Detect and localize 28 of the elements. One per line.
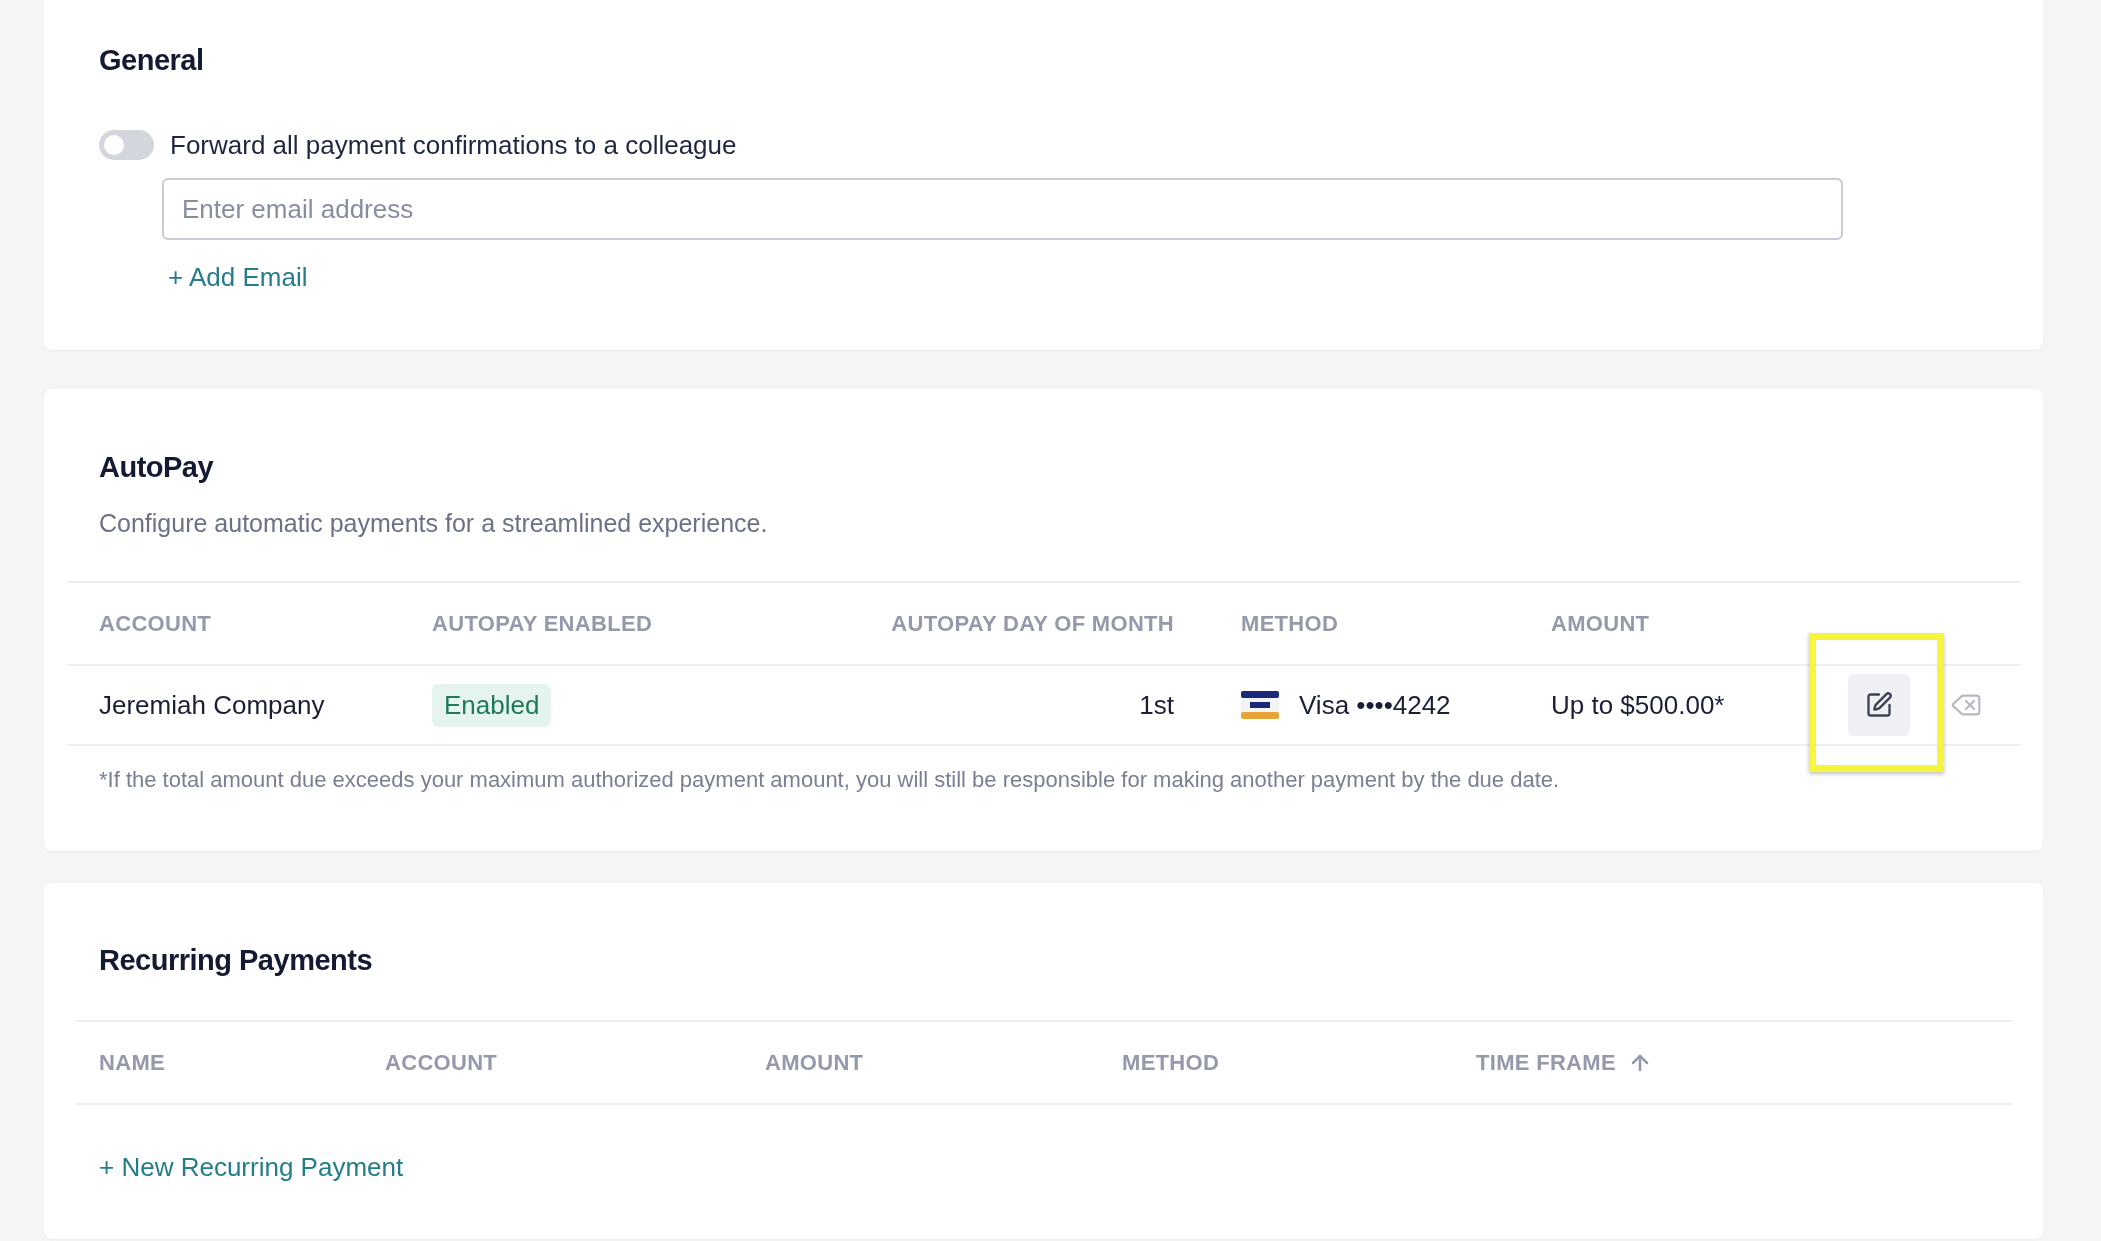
toggle-switch[interactable]	[99, 130, 154, 160]
edit-icon	[1865, 691, 1893, 719]
email-field[interactable]: Enter email address	[162, 178, 1843, 240]
section-title: AutoPay	[99, 450, 215, 485]
toggle-label: Forward all payment confirmations to a colleague	[170, 129, 737, 161]
section-title: Recurring Payments	[99, 943, 374, 978]
column-header[interactable]: AMOUNT	[765, 1049, 864, 1076]
column-header[interactable]: ACCOUNT	[385, 1049, 498, 1076]
account-cell: Jeremiah Company	[99, 689, 325, 721]
column-header: AUTOPAY ENABLED	[432, 583, 822, 666]
column-header[interactable]: NAME	[99, 1049, 165, 1076]
new-recurring-payment-link[interactable]: + New Recurring Payment	[99, 1150, 404, 1184]
card-icon	[1241, 691, 1279, 719]
column-header[interactable]: METHOD	[1122, 1049, 1220, 1076]
column-header: ACCOUNT	[68, 583, 432, 666]
footnote: *If the total amount due exceeds your maximum authorized payment amount, you will still be responsible for making another payment by the due date.	[99, 766, 1561, 794]
section-subtitle: Configure automatic payments for a streamlined experience.	[99, 508, 769, 539]
column-header[interactable]: TIME FRAME	[1476, 1049, 1616, 1076]
day-cell: 1st	[1139, 689, 1174, 721]
column-header: AMOUNT	[1551, 583, 1809, 666]
add-email-link[interactable]: + Add Email	[168, 260, 308, 294]
status-badge: Enabled	[432, 683, 552, 727]
column-header: AUTOPAY DAY OF MONTH	[822, 583, 1174, 666]
edit-button[interactable]	[1848, 674, 1910, 736]
method-cell: Visa ••••4242	[1299, 689, 1451, 721]
column-header: METHOD	[1174, 583, 1551, 666]
section-title: General	[99, 43, 205, 78]
amount-cell: Up to $500.00*	[1551, 689, 1725, 721]
